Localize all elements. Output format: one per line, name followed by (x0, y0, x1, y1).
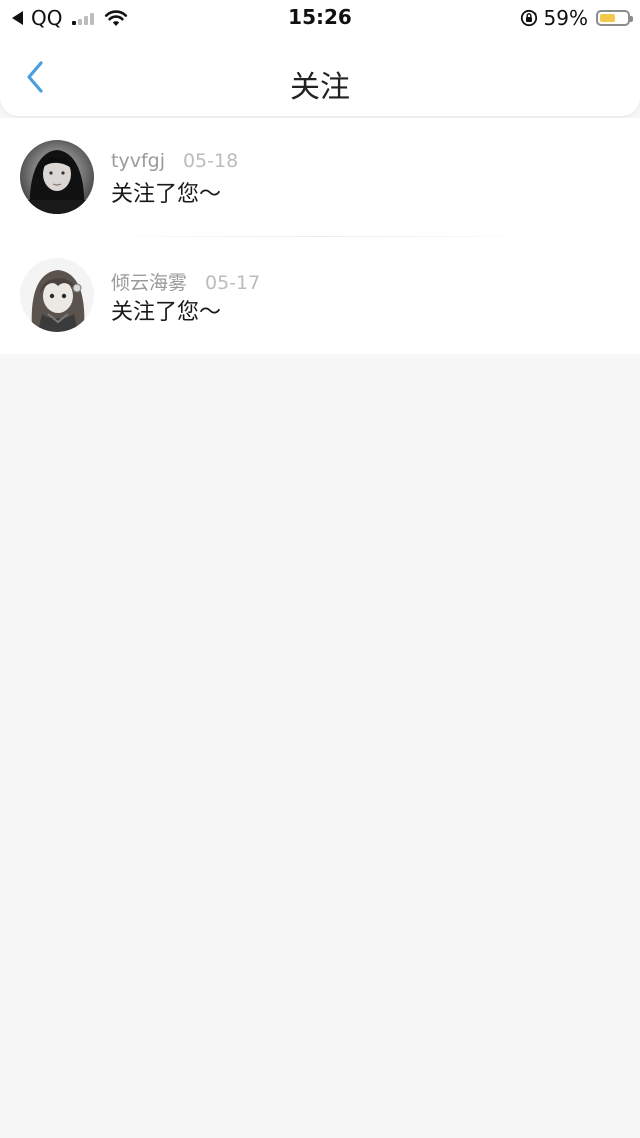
list-item[interactable]: 倾云海雾 05-17 关注了您～ (0, 236, 640, 354)
status-right: 59% (520, 6, 633, 30)
follow-notification-list: tyvfgj 05-18 关注了您～ 倾云海雾 05-17 关注了您～ (0, 118, 640, 354)
list-item[interactable]: tyvfgj 05-18 关注了您～ (0, 118, 640, 236)
item-meta: tyvfgj 05-18 (111, 150, 238, 172)
date: 05-17 (205, 272, 261, 294)
nav-bar: 关注 (0, 36, 640, 116)
battery-fill (600, 14, 615, 22)
battery-percent: 59% (543, 6, 588, 30)
username[interactable]: 倾云海雾 (111, 268, 187, 295)
date: 05-18 (182, 150, 239, 172)
message: 关注了您～ (111, 300, 222, 325)
username[interactable]: tyvfgj (111, 150, 165, 172)
avatar-image (20, 140, 94, 214)
status-bar: QQ 15:26 59% (0, 0, 640, 36)
battery-icon (596, 10, 633, 26)
avatar[interactable] (20, 258, 94, 332)
rotation-lock-icon (520, 9, 537, 27)
message: 关注了您～ (111, 182, 222, 207)
item-meta: 倾云海雾 05-17 (111, 268, 260, 295)
page-title: 关注 (290, 70, 350, 105)
avatar-image (20, 258, 94, 332)
avatar[interactable] (20, 140, 94, 214)
